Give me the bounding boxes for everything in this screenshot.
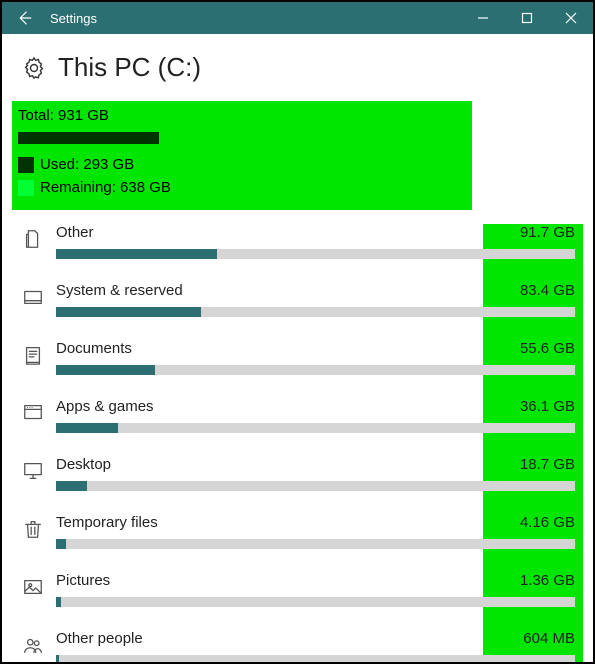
category-bar bbox=[56, 597, 575, 607]
legend-free-swatch bbox=[18, 180, 34, 196]
close-button[interactable] bbox=[549, 2, 593, 34]
category-bar bbox=[56, 481, 575, 491]
documents-icon bbox=[18, 340, 48, 366]
category-bar bbox=[56, 423, 575, 433]
category-name: Other bbox=[56, 224, 94, 241]
page-header: This PC (C:) bbox=[2, 34, 593, 97]
category-size: 18.7 GB bbox=[505, 456, 575, 473]
minimize-icon bbox=[477, 12, 489, 24]
maximize-button[interactable] bbox=[505, 2, 549, 34]
category-bar bbox=[56, 655, 575, 662]
people-icon bbox=[18, 630, 48, 656]
category-size: 36.1 GB bbox=[505, 398, 575, 415]
category-bar bbox=[56, 365, 575, 375]
category-list: Other 91.7 GB System & reserved 83.4 GB bbox=[2, 224, 593, 662]
minimize-button[interactable] bbox=[461, 2, 505, 34]
legend-remaining: Remaining: 638 GB bbox=[18, 179, 466, 196]
legend-remaining-label: Remaining: 638 GB bbox=[40, 179, 171, 196]
temp-icon bbox=[18, 514, 48, 540]
category-name: Temporary files bbox=[56, 514, 158, 531]
window-title: Settings bbox=[50, 11, 97, 26]
legend-used: Used: 293 GB bbox=[18, 156, 466, 173]
category-bar bbox=[56, 307, 575, 317]
category-name: Apps & games bbox=[56, 398, 154, 415]
summary-total: Total: 931 GB bbox=[18, 107, 466, 124]
arrow-left-icon bbox=[15, 9, 33, 27]
category-bar bbox=[56, 249, 575, 259]
desktop-icon bbox=[18, 456, 48, 482]
maximize-icon bbox=[521, 12, 533, 24]
category-bar-fill bbox=[56, 655, 59, 662]
system-icon bbox=[18, 282, 48, 308]
category-bar-fill bbox=[56, 481, 87, 491]
apps-icon bbox=[18, 398, 48, 424]
category-bar-fill bbox=[56, 307, 201, 317]
gear-icon bbox=[22, 56, 46, 80]
category-bar-fill bbox=[56, 249, 217, 259]
titlebar: Settings bbox=[2, 2, 593, 34]
category-size: 604 MB bbox=[505, 630, 575, 647]
pictures-icon bbox=[18, 572, 48, 598]
category-name: System & reserved bbox=[56, 282, 183, 299]
category-bar-fill bbox=[56, 539, 66, 549]
back-button[interactable] bbox=[2, 2, 46, 34]
summary-bar-used bbox=[18, 132, 159, 144]
category-size: 4.16 GB bbox=[505, 514, 575, 531]
other-icon bbox=[18, 224, 48, 250]
category-name: Documents bbox=[56, 340, 132, 357]
category-bar-fill bbox=[56, 365, 155, 375]
summary-bar-free bbox=[159, 132, 466, 144]
category-size: 55.6 GB bbox=[505, 340, 575, 357]
page-title: This PC (C:) bbox=[58, 52, 201, 83]
legend-used-label: Used: 293 GB bbox=[40, 156, 134, 173]
category-size: 1.36 GB bbox=[505, 572, 575, 589]
category-bar-fill bbox=[56, 423, 118, 433]
category-name: Pictures bbox=[56, 572, 110, 589]
category-size: 83.4 GB bbox=[505, 282, 575, 299]
category-size: 91.7 GB bbox=[505, 224, 575, 241]
summary-bar bbox=[18, 132, 466, 144]
category-bar-fill bbox=[56, 597, 61, 607]
category-name: Desktop bbox=[56, 456, 111, 473]
legend-used-swatch bbox=[18, 157, 34, 173]
storage-summary: Total: 931 GB Used: 293 GB Remaining: 63… bbox=[12, 101, 472, 210]
close-icon bbox=[565, 12, 577, 24]
category-row[interactable]: Other people 604 MB bbox=[2, 630, 593, 662]
category-name: Other people bbox=[56, 630, 143, 647]
category-bar bbox=[56, 539, 575, 549]
